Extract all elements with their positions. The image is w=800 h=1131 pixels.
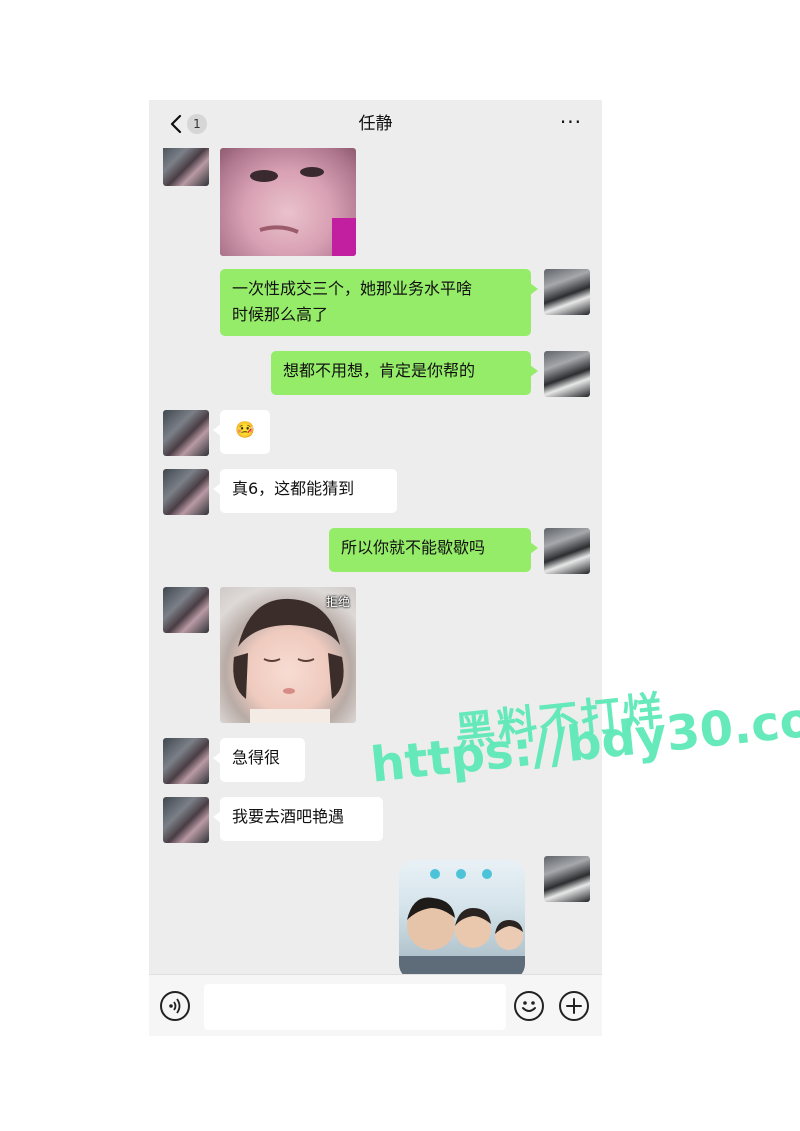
chat-header: 1 任静 ···	[149, 100, 602, 148]
contact-avatar[interactable]	[163, 410, 209, 456]
sick-face-emoji: 🤒	[235, 420, 255, 439]
message-text: 想都不用想，肯定是你帮的	[283, 361, 476, 380]
sticker-message[interactable]	[220, 148, 356, 256]
message-input[interactable]	[204, 984, 506, 1030]
sticker-caption: 拒绝	[325, 595, 350, 609]
voice-icon[interactable]	[160, 991, 190, 1021]
message-bubble[interactable]: 想都不用想，肯定是你帮的	[271, 351, 538, 395]
more-options-icon[interactable]: ···	[560, 110, 582, 134]
plus-icon[interactable]	[559, 991, 589, 1021]
emoji-bubble[interactable]: 🤒	[213, 410, 270, 454]
sticker-message[interactable]	[399, 860, 525, 974]
kids-photo-image	[399, 869, 525, 974]
contact-avatar[interactable]	[163, 797, 209, 843]
input-bar	[149, 974, 602, 1036]
contact-avatar[interactable]	[163, 469, 209, 515]
message-list[interactable]: 一次性成交三个，她那业务水平啥 时候那么高了 想都不用想，肯定是你帮的 🤒 真6…	[149, 148, 602, 974]
self-avatar[interactable]	[544, 856, 590, 902]
message-line: 一次性成交三个，她那业务水平啥	[232, 279, 473, 298]
self-avatar[interactable]	[544, 528, 590, 574]
contact-avatar[interactable]	[163, 587, 209, 633]
message-text: 所以你就不能歇歇吗	[341, 538, 486, 557]
message-bubble[interactable]: 急得很	[213, 738, 305, 782]
contact-avatar[interactable]	[163, 148, 209, 186]
message-bubble[interactable]: 一次性成交三个，她那业务水平啥 时候那么高了	[220, 269, 538, 336]
self-avatar[interactable]	[544, 351, 590, 397]
plus-sign	[566, 998, 582, 1014]
message-bubble[interactable]: 所以你就不能歇歇吗	[329, 528, 538, 572]
emoji-icon[interactable]	[514, 991, 544, 1021]
message-line: 时候那么高了	[232, 305, 329, 324]
message-text: 我要去酒吧艳遇	[232, 807, 345, 826]
message-bubble[interactable]: 真6，这都能猜到	[213, 469, 397, 513]
smile-face	[522, 1001, 536, 1012]
contact-avatar[interactable]	[163, 738, 209, 784]
message-text: 真6，这都能猜到	[232, 479, 355, 498]
chat-window: 1 任静 ··· 一次性成交三个，她那业务水平啥 时候那么高了 想都不用想，肯定…	[149, 100, 602, 1036]
sticker-message[interactable]: 拒绝	[220, 587, 356, 723]
message-bubble[interactable]: 我要去酒吧艳遇	[213, 797, 383, 841]
self-avatar[interactable]	[544, 269, 590, 315]
message-text: 急得很	[232, 748, 281, 767]
chat-title: 任静	[358, 114, 393, 134]
voice-waves	[169, 998, 181, 1014]
child-face-image	[250, 167, 356, 256]
